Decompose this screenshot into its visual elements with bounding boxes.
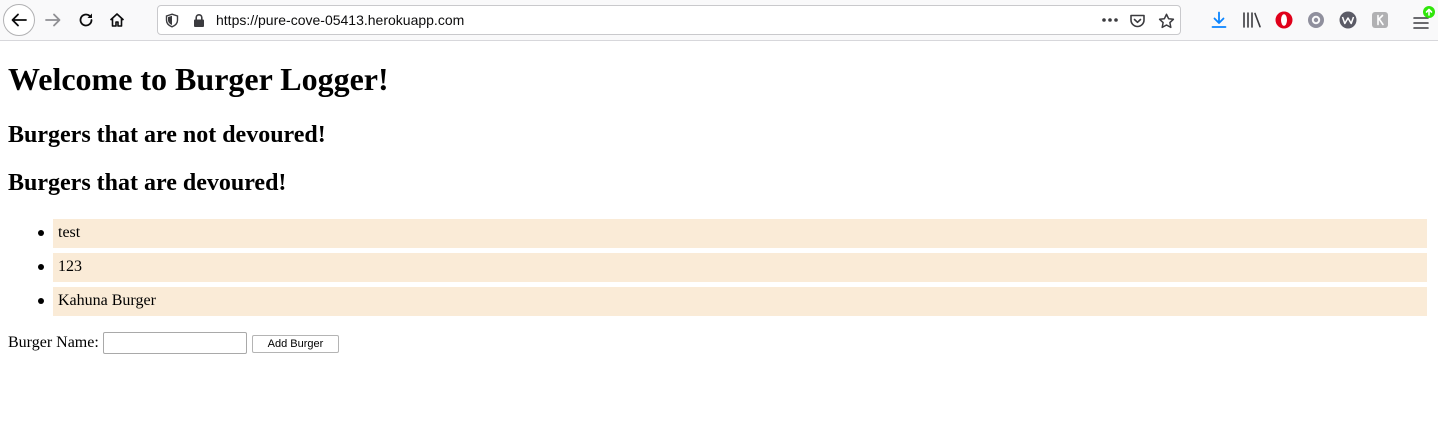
forward-button[interactable] (37, 4, 69, 36)
burger-list-item: 123 (38, 253, 1427, 282)
burger-name: test (58, 224, 81, 241)
home-button[interactable] (101, 4, 133, 36)
address-bar[interactable]: https://pure-cove-05413.herokuapp.com (157, 5, 1181, 35)
extension-gear-icon[interactable] (1307, 11, 1325, 29)
burger-name: 123 (58, 258, 82, 275)
download-icon[interactable] (1210, 11, 1228, 29)
devoured-heading: Burgers that are devoured! (8, 170, 287, 196)
reload-button[interactable] (70, 4, 102, 36)
lock-icon[interactable] (192, 13, 206, 28)
burger-name-input[interactable] (103, 332, 247, 354)
bullet-icon (38, 298, 44, 304)
home-icon (109, 13, 125, 27)
back-icon (11, 13, 27, 27)
bookmark-star-icon[interactable] (1158, 13, 1175, 29)
add-burger-button[interactable]: Add Burger (252, 335, 339, 353)
burger-list-item: Kahuna Burger (38, 287, 1427, 316)
library-icon[interactable] (1242, 11, 1262, 29)
bullet-icon (38, 230, 44, 236)
shield-icon[interactable] (165, 13, 179, 28)
page-title: Welcome to Burger Logger! (8, 61, 389, 97)
extension-icon[interactable] (1371, 11, 1389, 29)
url-text[interactable]: https://pure-cove-05413.herokuapp.com (216, 12, 464, 28)
devoured-burger-list: test 123 Kahuna Burger (0, 219, 1438, 321)
back-button[interactable] (3, 4, 35, 36)
forward-icon (45, 13, 61, 27)
not-devoured-heading: Burgers that are not devoured! (8, 122, 326, 148)
burger-name: Kahuna Burger (58, 292, 156, 309)
burger-list-item: test (38, 219, 1427, 248)
opera-icon[interactable] (1275, 11, 1293, 29)
reload-icon (79, 13, 93, 27)
more-icon[interactable] (1101, 17, 1119, 23)
menu-icon[interactable] (1412, 5, 1436, 31)
burger-name-label: Burger Name: (8, 334, 99, 351)
extension-w-icon[interactable] (1339, 11, 1357, 29)
pocket-icon[interactable] (1129, 13, 1146, 29)
browser-toolbar: https://pure-cove-05413.herokuapp.com (0, 0, 1438, 41)
bullet-icon (38, 264, 44, 270)
page-content: Welcome to Burger Logger! Burgers that a… (0, 41, 1438, 440)
